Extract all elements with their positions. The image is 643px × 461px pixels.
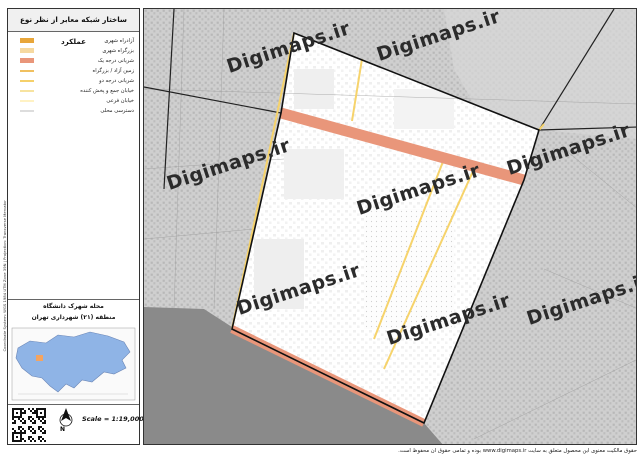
copyright-credit: حقوق مالکیت معنوی این محصول متعلق به سای… xyxy=(398,448,637,454)
legend-label: شریانی درجه یک xyxy=(97,58,134,64)
legend-swatch xyxy=(20,38,34,43)
legend-label: زمین آزاد / بزرگراه xyxy=(92,68,135,74)
legend-label: شریانی درجه دو xyxy=(99,78,134,84)
legend-item: بزرگراه شهری xyxy=(14,47,134,55)
legend-item: خیابان فرعی xyxy=(14,97,134,105)
legend-swatch xyxy=(20,70,34,72)
legend-label: دسترسی محلی xyxy=(100,108,134,114)
location-map: محله شهرک دانشگاه منطقه (۲۱) شهرداری تهر… xyxy=(8,300,139,405)
legend-label: بزرگراه شهری xyxy=(102,48,134,54)
scale-label: Scale = 1:19,000 xyxy=(82,415,144,423)
inset-map xyxy=(11,327,136,401)
legend-swatch xyxy=(20,110,34,112)
district-marker xyxy=(36,355,43,361)
info-panel: ساختار شبکه معابر از نظر نوع عملکرد آزاد… xyxy=(7,8,144,445)
coordinate-credit: Coordinate System: WGS 1984 UTM Zone 39N… xyxy=(2,200,7,352)
legend-label: آزادراه شهری xyxy=(104,38,134,44)
location-title: محله شهرک دانشگاه xyxy=(43,303,104,310)
legend-item: دسترسی محلی xyxy=(14,107,134,115)
legend: آزادراه شهری بزرگراه شهری شریانی درجه یک زم… xyxy=(8,31,139,300)
legend-swatch xyxy=(20,90,34,92)
legend-item: شریانی درجه دو xyxy=(14,77,134,85)
legend-item: شریانی درجه یک xyxy=(14,57,134,65)
legend-swatch xyxy=(20,58,34,63)
legend-item: زمین آزاد / بزرگراه xyxy=(14,67,134,75)
location-subtitle: منطقه (۲۱) شهرداری تهران xyxy=(31,314,116,321)
legend-item: خیابان جمع و پخش کننده xyxy=(14,87,134,95)
north-label: N xyxy=(60,426,66,433)
map-canvas xyxy=(144,9,636,444)
legend-label: خیابان فرعی xyxy=(106,98,134,104)
legend-swatch xyxy=(20,48,34,53)
legend-swatch xyxy=(20,100,34,102)
main-map[interactable]: Digimaps.ir Digimaps.ir Digimaps.ir Digi… xyxy=(143,8,637,445)
map-sheet: ساختار شبکه معابر از نظر نوع عملکرد آزاد… xyxy=(0,0,643,461)
legend-item: آزادراه شهری xyxy=(14,37,134,45)
map-title: ساختار شبکه معابر از نظر نوع عملکرد xyxy=(8,9,139,46)
footer-box: N Scale = 1:19,000 xyxy=(8,405,144,444)
qr-code-icon xyxy=(12,408,46,442)
legend-swatch xyxy=(20,80,34,82)
legend-label: خیابان جمع و پخش کننده xyxy=(80,88,134,94)
